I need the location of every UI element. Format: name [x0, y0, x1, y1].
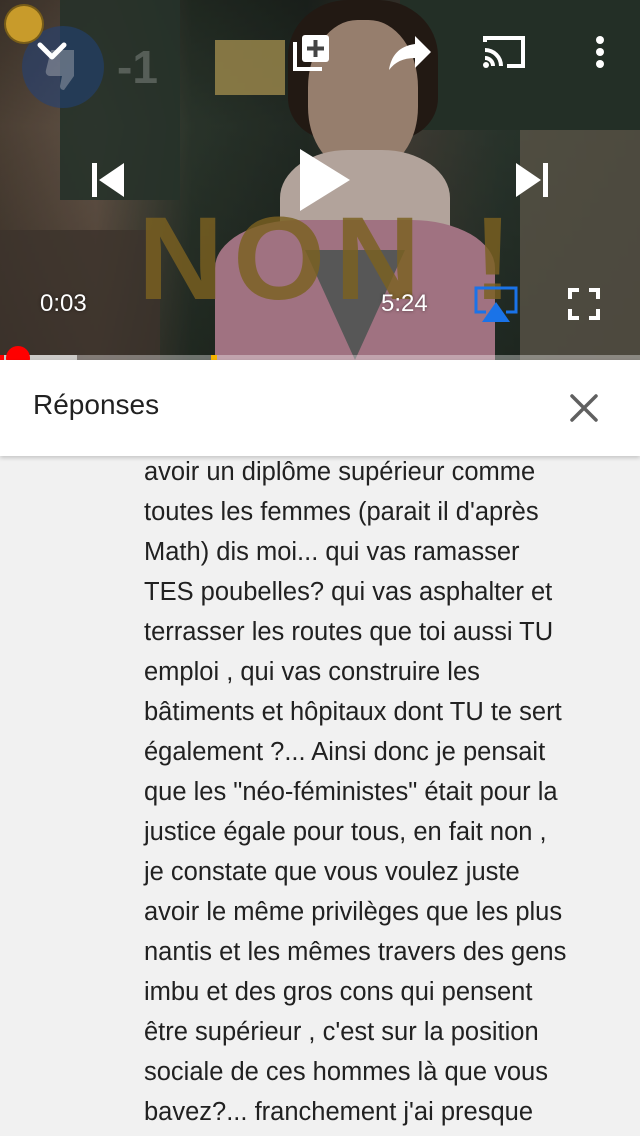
comment-line: je constate que vous voulez juste: [144, 858, 520, 886]
comment-line: terrasser les routes que toi aussi TU: [144, 618, 554, 646]
add-to-playlist-icon: [293, 35, 329, 71]
skip-next-icon: [516, 163, 548, 197]
fullscreen-icon: [568, 288, 600, 320]
comment-line: nantis et les mêmes travers des gens: [144, 938, 567, 966]
next-button[interactable]: [502, 150, 562, 210]
current-time: 0:03: [40, 290, 87, 317]
comment-line: bâtiments et hôpitaux dont TU te sert: [144, 698, 562, 726]
comment-line: imbu et des gros cons qui pensent: [144, 978, 533, 1006]
play-button[interactable]: [284, 140, 364, 220]
fullscreen-button[interactable]: [560, 282, 608, 326]
skip-previous-icon: [92, 163, 124, 197]
cast-button[interactable]: [476, 24, 532, 80]
previous-button[interactable]: [78, 150, 138, 210]
comment-line: toutes les femmes (parait il d'après: [144, 498, 539, 526]
close-replies-button[interactable]: [556, 380, 612, 436]
chevron-down-icon: [37, 42, 67, 60]
comment-line: avoir le même privilèges que les plus: [144, 898, 563, 926]
replies-header: Réponses: [0, 360, 640, 456]
comment-line: TES poubelles? qui vas asphalter et: [144, 578, 553, 606]
comment-line: justice égale pour tous, en fait non ,: [144, 818, 547, 846]
add-to-playlist-button[interactable]: [284, 24, 340, 80]
more-vert-icon: [596, 36, 604, 68]
comment-line: également ?... Ainsi donc je pensait: [144, 738, 546, 766]
more-options-button[interactable]: [572, 24, 628, 80]
comment-line: emploi , qui vas construire les: [144, 658, 480, 686]
comment-line: bavez?... franchement j'ai presque: [144, 1098, 534, 1126]
share-icon: [389, 36, 431, 70]
cast-icon: [483, 36, 525, 68]
duration: 5:24: [381, 290, 428, 317]
close-icon: [570, 394, 598, 422]
comment-line: avoir un diplôme supérieur comme: [144, 458, 536, 486]
comment-line: que les "néo-féministes" était pour la: [144, 778, 558, 806]
airplay-icon: [474, 286, 518, 322]
comment-line: Math) dis moi... qui vas ramasser: [144, 538, 520, 566]
airplay-button[interactable]: [470, 282, 522, 326]
reply-comment-text: avoir un diplôme supérieur comme toutes l…: [144, 452, 614, 1132]
collapse-button[interactable]: [24, 24, 80, 80]
comment-line: être supérieur , c'est sur la position: [144, 1018, 539, 1046]
comment-line: sociale de ces hommes là que vous: [144, 1058, 548, 1086]
share-button[interactable]: [382, 24, 438, 80]
play-icon: [300, 149, 350, 211]
video-player[interactable]: NON ! -1 0:03 5:24: [0, 0, 640, 360]
replies-title: Réponses: [33, 389, 160, 420]
